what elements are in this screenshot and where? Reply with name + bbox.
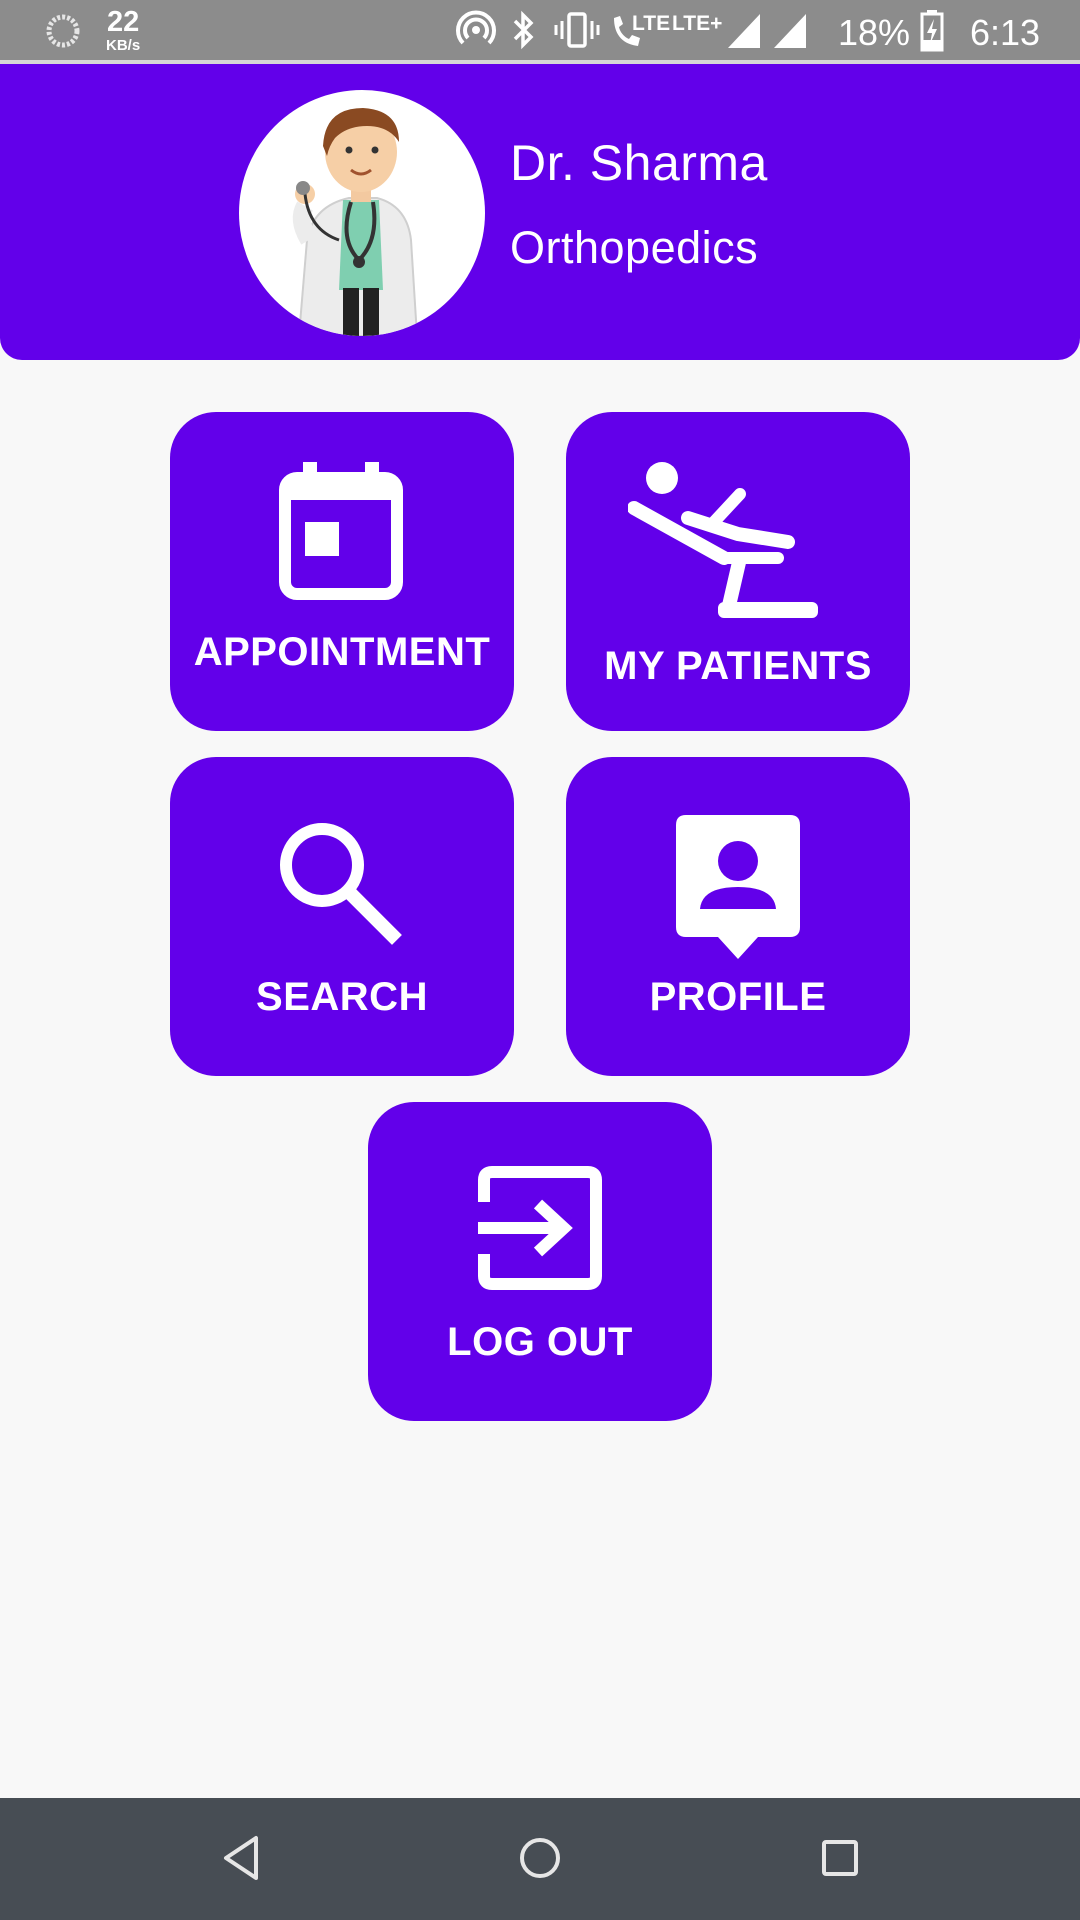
appointment-label: APPOINTMENT xyxy=(193,630,491,674)
network-speed-value: 22 xyxy=(106,6,140,38)
hotspot-icon xyxy=(456,10,496,45)
clock: 6:13 xyxy=(970,12,1041,53)
calendar-icon xyxy=(279,462,403,600)
doctor-header: Dr. Sharma Orthopedics xyxy=(0,64,1080,360)
exit-arrow-icon xyxy=(478,1166,602,1290)
signal-strength-icon-2 xyxy=(774,14,806,48)
lte-plus-label: LTE+ xyxy=(672,12,723,35)
vibrate-icon xyxy=(554,12,600,48)
bluetooth-icon xyxy=(513,10,534,50)
home-icon[interactable] xyxy=(510,1828,570,1888)
profile-button[interactable]: PROFILE xyxy=(566,757,910,1076)
battery-percent: 18% xyxy=(838,12,911,53)
search-button[interactable]: SEARCH xyxy=(170,757,514,1076)
lte-call-label: LTE xyxy=(632,12,671,35)
system-nav-bar xyxy=(0,1798,1080,1920)
doctor-specialty: Orthopedics xyxy=(510,222,759,273)
status-bar: 22 KB/s LTE LTE+ 18% 6:13 xyxy=(0,0,1080,60)
my-patients-label: MY PATIENTS xyxy=(604,644,872,688)
search-label: SEARCH xyxy=(256,975,428,1019)
back-icon[interactable] xyxy=(212,1828,272,1888)
battery-charging-icon xyxy=(920,10,944,52)
logout-label: LOG OUT xyxy=(447,1320,633,1364)
appointment-button[interactable]: APPOINTMENT xyxy=(170,412,514,731)
doctor-name: Dr. Sharma xyxy=(510,135,768,191)
doctor-illustration-icon xyxy=(292,108,419,336)
my-patients-button[interactable]: MY PATIENTS xyxy=(566,412,910,731)
contact-card-icon xyxy=(676,815,800,959)
magnifier-icon xyxy=(280,823,402,945)
recents-icon[interactable] xyxy=(810,1828,870,1888)
dental-chair-patient-icon xyxy=(628,462,818,618)
sync-icon xyxy=(46,14,80,48)
doctor-avatar[interactable] xyxy=(239,90,485,336)
signal-strength-icon xyxy=(728,14,760,48)
profile-label: PROFILE xyxy=(649,975,827,1019)
logout-button[interactable]: LOG OUT xyxy=(368,1102,712,1421)
network-speed-unit: KB/s xyxy=(106,37,141,54)
network-speed: 22 KB/s xyxy=(106,6,141,54)
